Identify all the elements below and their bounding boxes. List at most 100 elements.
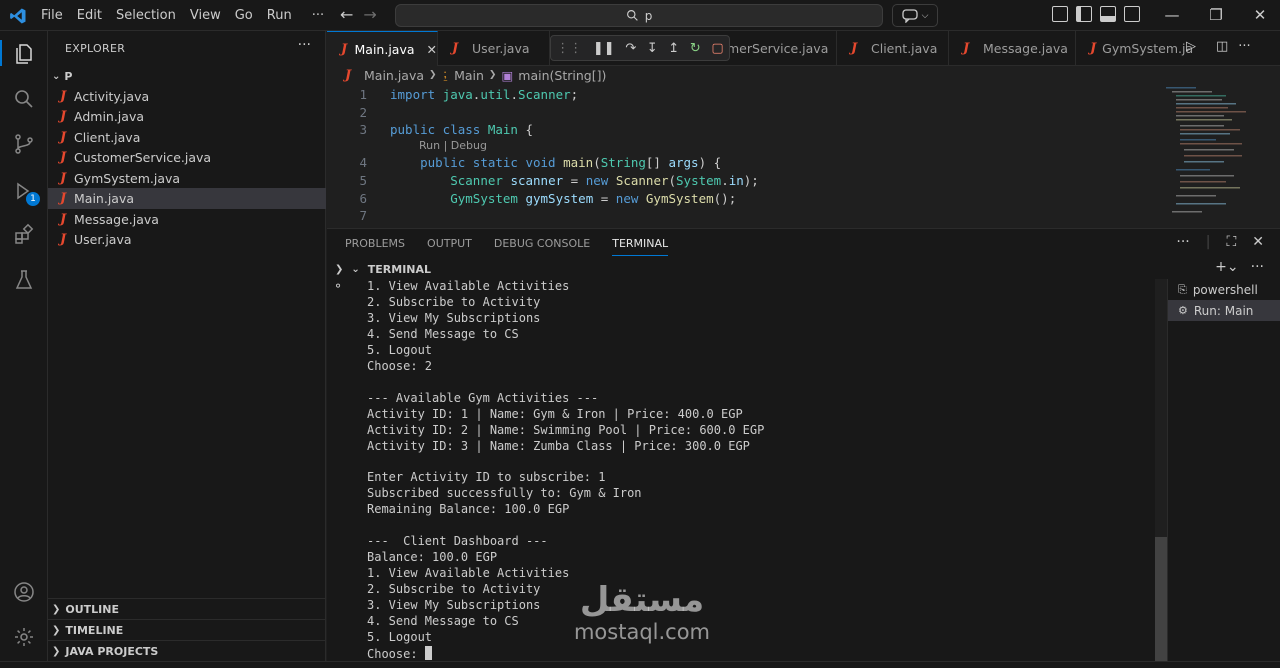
maximize-panel-icon[interactable]: ⛶ (1226, 234, 1236, 250)
close-icon[interactable]: ✕ (427, 42, 437, 57)
minimap[interactable] (1160, 85, 1260, 225)
terminal-item-label: Run: Main (1193, 303, 1254, 318)
search-view-icon[interactable] (12, 87, 36, 111)
tab-output[interactable]: OUTPUT (427, 237, 472, 256)
section-label: OUTLINE (65, 602, 119, 616)
toggle-panel-icon[interactable] (1100, 6, 1116, 22)
tab-user-java[interactable]: J User.java (438, 31, 550, 66)
more-actions-icon[interactable]: ··· (1176, 234, 1189, 250)
file-item[interactable]: J Admin.java (48, 106, 326, 127)
explorer-more-button[interactable]: ··· (298, 37, 311, 53)
codelens-run-debug[interactable]: Run | Debug (419, 139, 487, 152)
forward-arrow-icon[interactable]: → (363, 5, 376, 24)
step-over-icon[interactable]: ↷ (625, 41, 636, 56)
menu-run[interactable]: Run (260, 8, 299, 23)
copilot-button[interactable]: ⌵ (892, 4, 938, 27)
layout-controls (1052, 6, 1140, 22)
drag-handle-icon[interactable]: ⋮⋮ (556, 41, 582, 56)
more-actions-icon[interactable]: ··· (1238, 39, 1250, 54)
terminal-header: ❯ ⌄ TERMINAL (327, 259, 1280, 279)
stop-icon[interactable]: ▢ (711, 41, 723, 56)
breadcrumb-class[interactable]: Main (454, 68, 484, 83)
section-label: JAVA PROJECTS (65, 644, 159, 658)
terminal-item-powershell[interactable]: ⎘ powershell (1168, 279, 1280, 300)
breadcrumb-method[interactable]: main(String[]) (518, 68, 606, 83)
command-center-search[interactable]: p (395, 4, 883, 27)
terminal-output[interactable]: 1. View Available Activities 2. Subscrib… (367, 279, 1157, 662)
manage-gear-icon[interactable] (12, 625, 36, 649)
restore-icon[interactable]: ❐ (1194, 0, 1238, 30)
toggle-secondary-sidebar-icon[interactable] (1124, 6, 1140, 22)
file-item-selected[interactable]: J Main.java (48, 188, 326, 209)
toggle-sidebar-icon[interactable] (1076, 6, 1092, 22)
file-item[interactable]: J User.java (48, 229, 326, 250)
scrollbar-thumb[interactable] (1155, 537, 1167, 662)
tab-terminal[interactable]: TERMINAL (612, 237, 669, 256)
testing-flask-icon[interactable] (12, 268, 36, 292)
terminal-scrollbar[interactable] (1155, 279, 1167, 662)
tab-label: Client.java (871, 41, 938, 56)
step-out-icon[interactable]: ↥ (668, 41, 679, 56)
new-terminal-icon[interactable]: +⌄ (1215, 259, 1238, 275)
explorer-files-icon[interactable] (12, 42, 36, 66)
chevron-down-icon[interactable]: ⌄ (351, 264, 359, 275)
method-icon: ▣ (501, 67, 514, 83)
chevron-down-icon: ⌄ (52, 70, 61, 82)
menu-file[interactable]: File (34, 8, 70, 23)
menu-edit[interactable]: Edit (70, 8, 109, 23)
pause-icon[interactable]: ❚❚ (593, 41, 615, 56)
folder-row[interactable]: ⌄ P (48, 65, 326, 87)
tab-message-java[interactable]: J Message.java (949, 31, 1076, 66)
run-and-debug-icon[interactable]: 1 (12, 179, 40, 206)
close-panel-icon[interactable]: ✕ (1252, 234, 1264, 250)
nav-arrows: ← → (340, 5, 377, 24)
terminal-actions: +⌄ ··· (1215, 259, 1264, 275)
file-item[interactable]: J Activity.java (48, 86, 326, 107)
step-into-icon[interactable]: ↧ (647, 41, 658, 56)
java-projects-section[interactable]: ❯ JAVA PROJECTS (48, 640, 326, 661)
tab-gymsystem-java[interactable]: J GymSystem.ja (1076, 31, 1193, 66)
source-control-icon[interactable] (12, 132, 36, 156)
menu-go[interactable]: Go (228, 8, 260, 23)
menu-more[interactable]: ··· (305, 8, 331, 23)
tab-debug-console[interactable]: DEBUG CONSOLE (494, 237, 590, 256)
activity-bar: 1 (0, 31, 48, 661)
line-number: 6 (359, 191, 367, 206)
run-icon[interactable]: ▷ (1186, 39, 1196, 54)
file-item[interactable]: J Message.java (48, 209, 326, 230)
line-number: 7 (359, 208, 367, 223)
split-editor-icon[interactable]: ◫ (1216, 39, 1228, 54)
file-item[interactable]: J GymSystem.java (48, 168, 326, 189)
line-number: 5 (359, 173, 367, 188)
terminal-item-run-main[interactable]: ⚙ Run: Main (1168, 300, 1280, 321)
terminal-more-icon[interactable]: ··· (1251, 259, 1264, 275)
chevron-right-icon: ❯ (52, 603, 61, 615)
breadcrumb-file[interactable]: Main.java (364, 68, 424, 83)
restart-icon[interactable]: ↻ (690, 41, 701, 56)
tab-customerservice-java[interactable]: merService.java (727, 31, 837, 66)
terminal-cursor (424, 645, 432, 660)
java-file-icon: J (341, 41, 348, 57)
debug-badge: 1 (26, 192, 40, 206)
timeline-section[interactable]: ❯ TIMELINE (48, 619, 326, 640)
tab-client-java[interactable]: J Client.java (837, 31, 949, 66)
divider: | (1205, 234, 1211, 250)
file-item[interactable]: J Client.java (48, 127, 326, 148)
outline-section[interactable]: ❯ OUTLINE (48, 598, 326, 619)
extensions-icon[interactable] (12, 223, 36, 247)
close-window-icon[interactable]: ✕ (1238, 0, 1280, 30)
menu-view[interactable]: View (183, 8, 228, 23)
file-item[interactable]: J CustomerService.java (48, 147, 326, 168)
menu-selection[interactable]: Selection (109, 8, 183, 23)
customize-layout-icon[interactable] (1052, 6, 1068, 22)
java-file-icon: J (60, 191, 67, 206)
accounts-icon[interactable] (12, 580, 36, 604)
line-number: 3 (359, 122, 367, 137)
chevron-right-icon: ❯ (52, 645, 61, 657)
back-arrow-icon[interactable]: ← (340, 5, 353, 24)
tab-problems[interactable]: PROBLEMS (345, 237, 405, 256)
code-editor[interactable]: 1 2 3 4 5 6 7 import java.util.Scanner; … (327, 85, 1157, 225)
minimize-icon[interactable]: — (1150, 0, 1194, 30)
tab-main-java[interactable]: J Main.java ✕ (327, 31, 438, 66)
chevron-right-icon[interactable]: ❯ (335, 264, 343, 275)
